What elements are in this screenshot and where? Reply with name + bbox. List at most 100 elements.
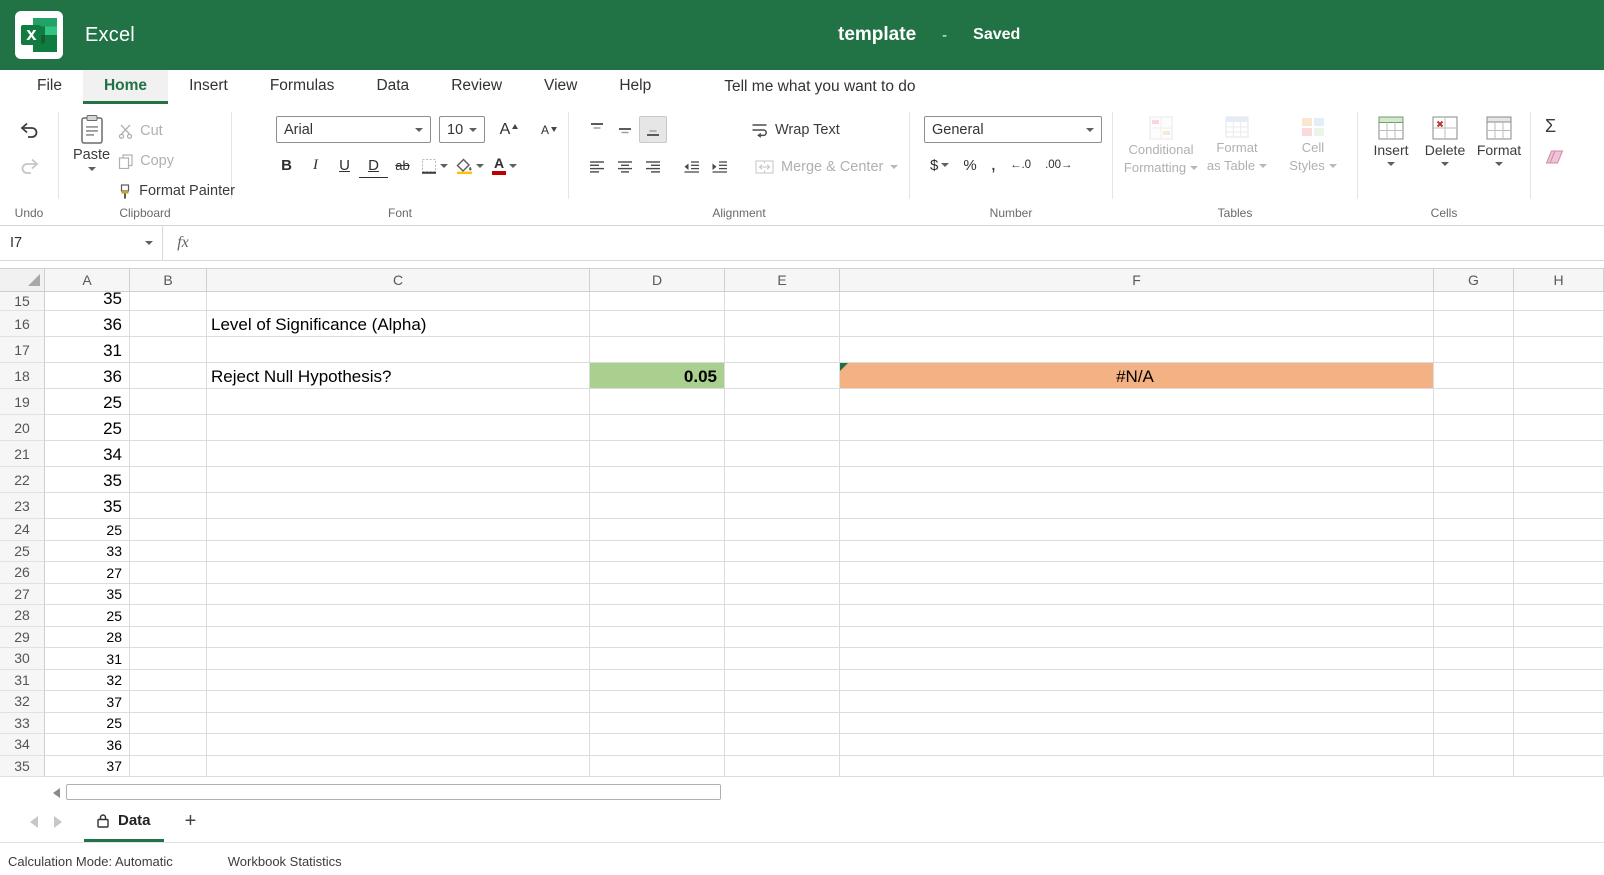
cell-A21[interactable]: 34 <box>45 441 130 467</box>
tab-home[interactable]: Home <box>82 70 169 104</box>
format-painter-button[interactable]: Format Painter <box>118 178 235 204</box>
cell-D20[interactable] <box>590 415 725 441</box>
cell-F26[interactable] <box>840 562 1434 584</box>
row-header-35[interactable]: 35 <box>0 755 45 777</box>
increase-decimal-button[interactable]: ←.0 <box>1006 152 1035 178</box>
currency-format-button[interactable]: $ <box>926 152 953 178</box>
excel-logo[interactable] <box>15 11 63 59</box>
cell-H16[interactable] <box>1514 311 1604 337</box>
cell-D23[interactable] <box>590 493 725 519</box>
fill-color-button[interactable] <box>452 152 488 179</box>
cell-E17[interactable] <box>725 337 840 363</box>
cell-C30[interactable] <box>207 648 590 670</box>
cell-B21[interactable] <box>130 441 207 467</box>
cell-G32[interactable] <box>1434 691 1514 713</box>
cell-B25[interactable] <box>130 540 207 562</box>
cell-F15[interactable] <box>840 292 1434 311</box>
cell-A35[interactable]: 37 <box>45 755 130 777</box>
cell-E32[interactable] <box>725 691 840 713</box>
cell-D15[interactable] <box>590 292 725 311</box>
tab-file[interactable]: File <box>16 70 83 104</box>
horizontal-scrollbar-thumb[interactable] <box>66 784 721 800</box>
cell-H31[interactable] <box>1514 669 1604 691</box>
cell-B33[interactable] <box>130 712 207 734</box>
cell-E16[interactable] <box>725 311 840 337</box>
cell-D27[interactable] <box>590 583 725 605</box>
align-top-button[interactable] <box>583 116 611 143</box>
cell-B35[interactable] <box>130 755 207 777</box>
cell-B22[interactable] <box>130 467 207 493</box>
cell-H32[interactable] <box>1514 691 1604 713</box>
cell-C21[interactable] <box>207 441 590 467</box>
cell-B16[interactable] <box>130 311 207 337</box>
cell-F16[interactable] <box>840 311 1434 337</box>
cell-D35[interactable] <box>590 755 725 777</box>
row-header-32[interactable]: 32 <box>0 691 45 713</box>
cell-H15[interactable] <box>1514 292 1604 311</box>
document-title[interactable]: template <box>838 24 916 46</box>
undo-button[interactable] <box>19 118 40 142</box>
cell-G16[interactable] <box>1434 311 1514 337</box>
cell-H23[interactable] <box>1514 493 1604 519</box>
font-color-button[interactable]: A <box>488 152 521 179</box>
cell-D21[interactable] <box>590 441 725 467</box>
cell-F30[interactable] <box>840 648 1434 670</box>
row-header-25[interactable]: 25 <box>0 540 45 562</box>
cell-E31[interactable] <box>725 669 840 691</box>
sheet-nav-previous-icon[interactable] <box>30 815 38 828</box>
cell-E29[interactable] <box>725 626 840 648</box>
cell-D30[interactable] <box>590 648 725 670</box>
select-all-corner[interactable] <box>0 269 45 292</box>
cell-G33[interactable] <box>1434 712 1514 734</box>
cell-F34[interactable] <box>840 734 1434 756</box>
cell-H22[interactable] <box>1514 467 1604 493</box>
cell-H29[interactable] <box>1514 626 1604 648</box>
number-format-select[interactable]: General <box>924 116 1102 143</box>
cell-C31[interactable] <box>207 669 590 691</box>
cell-E23[interactable] <box>725 493 840 519</box>
formula-input[interactable] <box>203 226 1604 260</box>
tab-help[interactable]: Help <box>598 70 672 104</box>
cell-F27[interactable] <box>840 583 1434 605</box>
cell-G27[interactable] <box>1434 583 1514 605</box>
double-underline-button[interactable]: D <box>359 154 388 178</box>
font-family-select[interactable]: Arial <box>276 116 431 143</box>
cell-F20[interactable] <box>840 415 1434 441</box>
cell-D32[interactable] <box>590 691 725 713</box>
tab-review[interactable]: Review <box>430 70 523 104</box>
grow-font-button[interactable]: A <box>493 116 525 143</box>
cell-F19[interactable] <box>840 389 1434 415</box>
cell-F18[interactable]: #N/A <box>840 363 1434 389</box>
cell-B31[interactable] <box>130 669 207 691</box>
cell-D34[interactable] <box>590 734 725 756</box>
cell-C16[interactable]: Level of Significance (Alpha) <box>207 311 590 337</box>
cell-G25[interactable] <box>1434 540 1514 562</box>
add-sheet-button[interactable]: + <box>178 810 204 833</box>
cell-B30[interactable] <box>130 648 207 670</box>
cell-A32[interactable]: 37 <box>45 691 130 713</box>
cell-A19[interactable]: 25 <box>45 389 130 415</box>
copy-button[interactable]: Copy <box>118 148 235 174</box>
cell-C25[interactable] <box>207 540 590 562</box>
row-header-31[interactable]: 31 <box>0 669 45 691</box>
row-header-27[interactable]: 27 <box>0 583 45 605</box>
cell-C24[interactable] <box>207 519 590 541</box>
underline-button[interactable]: U <box>330 152 359 179</box>
cell-H20[interactable] <box>1514 415 1604 441</box>
cell-D19[interactable] <box>590 389 725 415</box>
cut-button[interactable]: Cut <box>118 118 235 144</box>
decrease-decimal-button[interactable]: .00→ <box>1041 152 1077 178</box>
cell-E35[interactable] <box>725 755 840 777</box>
cell-G28[interactable] <box>1434 605 1514 627</box>
align-right-button[interactable] <box>639 153 667 180</box>
row-header-17[interactable]: 17 <box>0 337 45 363</box>
cell-F29[interactable] <box>840 626 1434 648</box>
tab-view[interactable]: View <box>523 70 598 104</box>
cell-C26[interactable] <box>207 562 590 584</box>
cell-F24[interactable] <box>840 519 1434 541</box>
cell-H17[interactable] <box>1514 337 1604 363</box>
cell-D29[interactable] <box>590 626 725 648</box>
cell-G30[interactable] <box>1434 648 1514 670</box>
cell-A18[interactable]: 36 <box>45 363 130 389</box>
cell-D16[interactable] <box>590 311 725 337</box>
